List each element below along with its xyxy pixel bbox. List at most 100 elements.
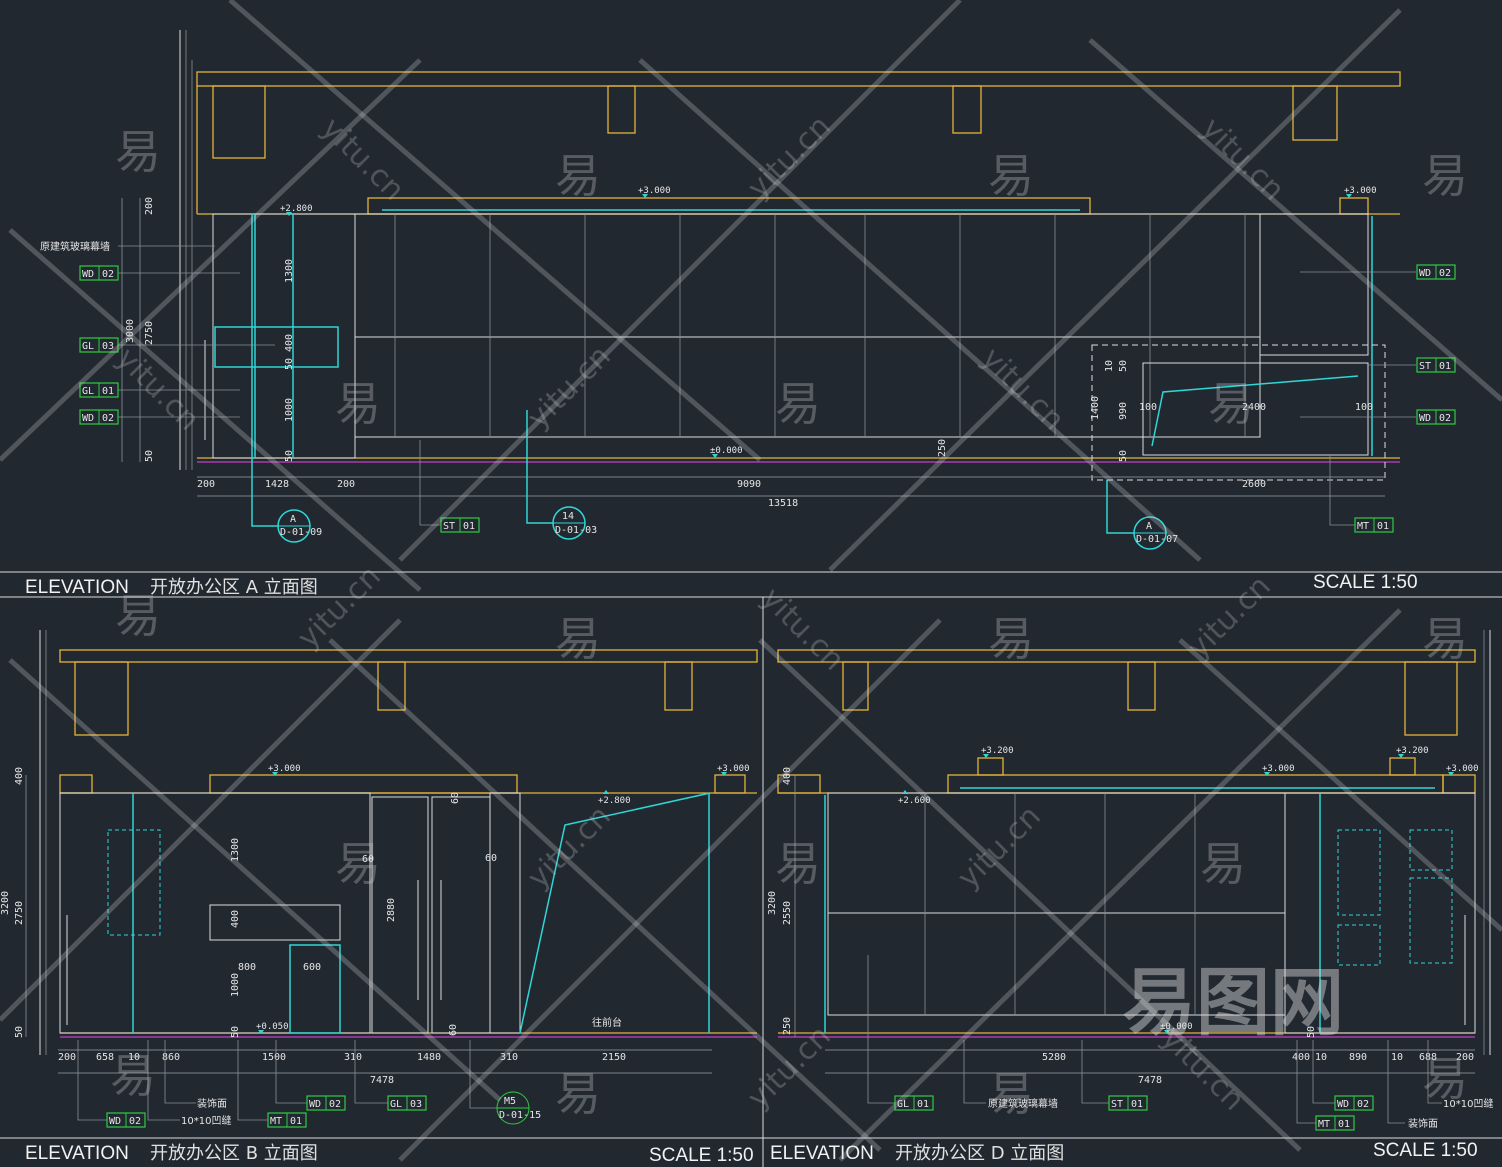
section-callout[interactable]: M5 D-01-15 [496, 1091, 541, 1125]
svg-text:ST: ST [1111, 1099, 1123, 1110]
dim-label: 250 [937, 439, 948, 457]
level-mark: +3.000 [1344, 186, 1377, 196]
dim-label: 10 [1104, 360, 1115, 372]
dim-label: 10 [1391, 1052, 1403, 1063]
dim-label: 50 [284, 358, 295, 370]
dim-label: 1000 [230, 973, 241, 997]
dim-label: 400 [1292, 1052, 1310, 1063]
svg-text:WD: WD [1419, 413, 1431, 424]
svg-text:02: 02 [129, 1116, 141, 1127]
dim-label: 200 [58, 1052, 76, 1063]
elevation-b: 400 3200 2750 50 200 658 10 860 1500 310… [0, 630, 1502, 1166]
dim-label: 7478 [1138, 1075, 1162, 1086]
level-mark: +3.200 [981, 746, 1014, 756]
dim-label: 50 [1118, 360, 1129, 372]
section-callout[interactable]: A D-01-09 [277, 509, 322, 543]
svg-text:WD: WD [1419, 268, 1431, 279]
title-prefix: ELEVATION [25, 577, 129, 598]
material-tag: ST 01 [1108, 1095, 1148, 1111]
svg-text:yitu.cn: yitu.cn [741, 109, 838, 206]
material-tag: ST 01 [440, 517, 480, 533]
material-tag: GL 03 [387, 1095, 427, 1111]
note-to-reception: 往前台 [592, 1016, 622, 1029]
material-tag: GL 01 [79, 382, 119, 398]
svg-text:易: 易 [775, 377, 821, 431]
dim-label: 3000 [125, 319, 136, 343]
dim-label: 250 [782, 1017, 793, 1035]
dim-label: 10 [128, 1052, 140, 1063]
svg-text:01: 01 [290, 1116, 302, 1127]
note-finish-surface: 装饰面 [197, 1097, 227, 1110]
dim-label: 3200 [767, 891, 778, 915]
note-groove: 10*10凹缝 [181, 1114, 231, 1127]
dim-label: 400 [284, 334, 295, 352]
dim-label: 5280 [1042, 1052, 1066, 1063]
material-tag: WD 02 [79, 265, 119, 281]
note-original-curtain-wall: 原建筑玻璃幕墙 [40, 240, 110, 253]
svg-text:yitu.cn: yitu.cn [291, 559, 388, 656]
dim-label: 2400 [1242, 402, 1266, 413]
svg-text:01: 01 [463, 521, 475, 532]
dim-label: 2880 [386, 898, 397, 922]
svg-text:M5: M5 [504, 1096, 516, 1107]
dim-label: 1000 [284, 398, 295, 422]
svg-text:GL: GL [390, 1099, 402, 1110]
dim-label: 60 [485, 853, 497, 864]
dim-label: 7478 [370, 1075, 394, 1086]
svg-text:yitu.cn: yitu.cn [754, 581, 851, 678]
scale-label: SCALE 1:50 [1373, 1140, 1478, 1161]
svg-text:yitu.cn: yitu.cn [521, 799, 618, 896]
dim-label: 50 [284, 450, 295, 462]
svg-text:14: 14 [562, 511, 574, 522]
dim-label: 9090 [737, 479, 761, 490]
dim-label: 1400 [1090, 396, 1101, 420]
elevation-d: 400 3200 2550 250 50 5280 400 10 890 10 … [767, 630, 1493, 1164]
dim-label: 600 [303, 962, 321, 973]
level-mark: +3.000 [638, 186, 671, 196]
dim-label: 13518 [768, 498, 798, 509]
svg-text:02: 02 [1357, 1099, 1369, 1110]
dim-label: 990 [1118, 402, 1129, 420]
dim-label: 200 [144, 197, 155, 215]
svg-text:A: A [290, 514, 296, 525]
svg-text:易: 易 [555, 1067, 601, 1121]
dim-label: 3200 [0, 891, 11, 915]
dim-label: 200 [1456, 1052, 1474, 1063]
material-tag: GL 03 [79, 337, 119, 353]
svg-text:01: 01 [1131, 1099, 1143, 1110]
dim-label: 50 [14, 1026, 25, 1038]
svg-text:易: 易 [1422, 149, 1468, 203]
level-mark: +3.000 [1446, 764, 1479, 774]
svg-text:yitu.cn: yitu.cn [1154, 1021, 1251, 1118]
dim-label: 400 [14, 767, 25, 785]
material-tag: MT 01 [1315, 1115, 1355, 1131]
section-callout[interactable]: 14 D-01-03 [552, 506, 597, 540]
dim-label: 10 [1315, 1052, 1327, 1063]
svg-text:易: 易 [335, 837, 381, 891]
dim-label: 60 [448, 1024, 459, 1036]
cad-drawing: 200 1428 200 9090 2600 13518 200 3000 27… [0, 0, 1502, 1167]
svg-text:yitu.cn: yitu.cn [521, 339, 618, 436]
note-finish-surface: 装饰面 [1408, 1117, 1438, 1130]
material-tag: WD 02 [306, 1095, 346, 1111]
svg-text:03: 03 [102, 341, 114, 352]
level-mark: +3.000 [717, 764, 750, 774]
svg-text:GL: GL [897, 1099, 909, 1110]
svg-text:MT: MT [1357, 521, 1369, 532]
svg-text:MT: MT [270, 1116, 282, 1127]
svg-text:易: 易 [335, 377, 381, 431]
elevation-title: 开放办公区 A 立面图 [150, 577, 318, 598]
svg-text:02: 02 [102, 269, 114, 280]
beam [952, 85, 982, 134]
dim-label: 1428 [265, 479, 289, 490]
svg-text:易: 易 [988, 149, 1034, 203]
scale-label: SCALE 1:50 [649, 1145, 754, 1166]
section-callout[interactable]: A D-01-07 [1133, 516, 1178, 550]
svg-text:02: 02 [329, 1099, 341, 1110]
svg-text:02: 02 [1439, 268, 1451, 279]
dim-label: 100 [1355, 402, 1373, 413]
dim-label: 400 [230, 910, 241, 928]
elevation-a: 200 1428 200 9090 2600 13518 200 3000 27… [0, 30, 1502, 598]
glass-door [371, 796, 429, 1034]
dim-label: 310 [344, 1052, 362, 1063]
